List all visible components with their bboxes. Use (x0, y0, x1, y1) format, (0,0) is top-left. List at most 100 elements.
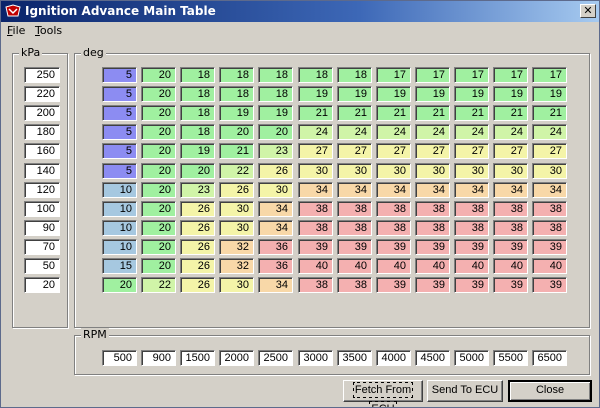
rpm-cell[interactable]: 5500 (493, 350, 528, 366)
table-cell[interactable]: 22 (219, 163, 254, 179)
table-cell[interactable]: 10 (102, 239, 137, 255)
rpm-cell[interactable]: 2500 (258, 350, 293, 366)
table-cell[interactable]: 21 (454, 105, 489, 121)
table-cell[interactable]: 39 (454, 277, 489, 293)
table-cell[interactable]: 18 (337, 67, 372, 83)
rpm-cell[interactable]: 4500 (415, 350, 450, 366)
table-cell[interactable]: 20 (180, 163, 215, 179)
table-cell[interactable]: 19 (180, 143, 215, 159)
close-button[interactable]: Close (508, 380, 592, 402)
table-cell[interactable]: 19 (337, 86, 372, 102)
table-cell[interactable]: 38 (454, 220, 489, 236)
rpm-cell[interactable]: 6500 (532, 350, 567, 366)
table-cell[interactable]: 38 (532, 220, 567, 236)
fetch-from-ecu-button[interactable]: Fetch From ECU (343, 380, 423, 407)
table-cell[interactable]: 20 (141, 67, 176, 83)
table-cell[interactable]: 26 (180, 220, 215, 236)
kpa-cell[interactable]: 250 (24, 67, 60, 83)
table-cell[interactable]: 34 (337, 182, 372, 198)
table-cell[interactable]: 19 (454, 86, 489, 102)
kpa-cell[interactable]: 200 (24, 105, 60, 121)
table-cell[interactable]: 20 (141, 143, 176, 159)
table-cell[interactable]: 20 (141, 86, 176, 102)
table-cell[interactable]: 19 (219, 105, 254, 121)
table-cell[interactable]: 26 (180, 258, 215, 274)
kpa-cell[interactable]: 100 (24, 201, 60, 217)
table-cell[interactable]: 20 (141, 124, 176, 140)
table-cell[interactable]: 20 (141, 258, 176, 274)
table-cell[interactable]: 20 (102, 277, 137, 293)
table-cell[interactable]: 38 (337, 220, 372, 236)
table-cell[interactable]: 22 (141, 277, 176, 293)
table-cell[interactable]: 26 (258, 163, 293, 179)
table-cell[interactable]: 17 (415, 67, 450, 83)
rpm-cell[interactable]: 900 (141, 350, 176, 366)
table-cell[interactable]: 19 (298, 86, 333, 102)
table-cell[interactable]: 38 (337, 201, 372, 217)
table-cell[interactable]: 32 (219, 258, 254, 274)
table-cell[interactable]: 40 (493, 258, 528, 274)
table-cell[interactable]: 30 (454, 163, 489, 179)
rpm-cell[interactable]: 5000 (454, 350, 489, 366)
table-cell[interactable]: 39 (493, 239, 528, 255)
table-cell[interactable]: 18 (180, 105, 215, 121)
table-cell[interactable]: 19 (415, 86, 450, 102)
table-cell[interactable]: 17 (532, 67, 567, 83)
table-cell[interactable]: 20 (141, 105, 176, 121)
table-cell[interactable]: 20 (141, 201, 176, 217)
table-cell[interactable]: 26 (180, 239, 215, 255)
kpa-cell[interactable]: 50 (24, 258, 60, 274)
table-cell[interactable]: 27 (454, 143, 489, 159)
send-to-ecu-button[interactable]: Send To ECU (427, 380, 503, 402)
rpm-cell[interactable]: 1500 (180, 350, 215, 366)
table-cell[interactable]: 27 (493, 143, 528, 159)
kpa-cell[interactable]: 220 (24, 86, 60, 102)
table-cell[interactable]: 24 (415, 124, 450, 140)
table-cell[interactable]: 39 (415, 277, 450, 293)
table-cell[interactable]: 40 (415, 258, 450, 274)
table-cell[interactable]: 30 (532, 163, 567, 179)
table-cell[interactable]: 17 (376, 67, 411, 83)
table-cell[interactable]: 21 (415, 105, 450, 121)
table-cell[interactable]: 30 (376, 163, 411, 179)
table-cell[interactable]: 38 (493, 201, 528, 217)
table-cell[interactable]: 5 (102, 67, 137, 83)
table-cell[interactable]: 27 (376, 143, 411, 159)
kpa-cell[interactable]: 180 (24, 124, 60, 140)
table-cell[interactable]: 17 (493, 67, 528, 83)
window-close-button[interactable]: ✕ (580, 4, 596, 18)
kpa-cell[interactable]: 140 (24, 163, 60, 179)
table-cell[interactable]: 38 (298, 201, 333, 217)
table-cell[interactable]: 40 (454, 258, 489, 274)
table-cell[interactable]: 30 (493, 163, 528, 179)
table-cell[interactable]: 18 (180, 67, 215, 83)
table-cell[interactable]: 18 (298, 67, 333, 83)
table-cell[interactable]: 38 (376, 201, 411, 217)
table-cell[interactable]: 18 (258, 86, 293, 102)
table-cell[interactable]: 27 (337, 143, 372, 159)
table-cell[interactable]: 21 (219, 143, 254, 159)
table-cell[interactable]: 38 (454, 201, 489, 217)
table-cell[interactable]: 18 (180, 86, 215, 102)
rpm-cell[interactable]: 3500 (337, 350, 372, 366)
kpa-cell[interactable]: 160 (24, 143, 60, 159)
table-cell[interactable]: 40 (337, 258, 372, 274)
table-cell[interactable]: 39 (376, 277, 411, 293)
rpm-cell[interactable]: 4000 (376, 350, 411, 366)
menu-file[interactable]: File (7, 24, 25, 37)
table-cell[interactable]: 39 (454, 239, 489, 255)
table-cell[interactable]: 30 (219, 201, 254, 217)
table-cell[interactable]: 36 (258, 258, 293, 274)
table-cell[interactable]: 36 (258, 239, 293, 255)
table-cell[interactable]: 23 (258, 143, 293, 159)
table-cell[interactable]: 30 (298, 163, 333, 179)
table-cell[interactable]: 27 (532, 143, 567, 159)
table-cell[interactable]: 39 (337, 239, 372, 255)
table-cell[interactable]: 39 (493, 277, 528, 293)
table-cell[interactable]: 19 (376, 86, 411, 102)
table-cell[interactable]: 38 (493, 220, 528, 236)
table-cell[interactable]: 39 (376, 239, 411, 255)
table-cell[interactable]: 18 (180, 124, 215, 140)
table-cell[interactable]: 27 (415, 143, 450, 159)
table-cell[interactable]: 19 (258, 105, 293, 121)
